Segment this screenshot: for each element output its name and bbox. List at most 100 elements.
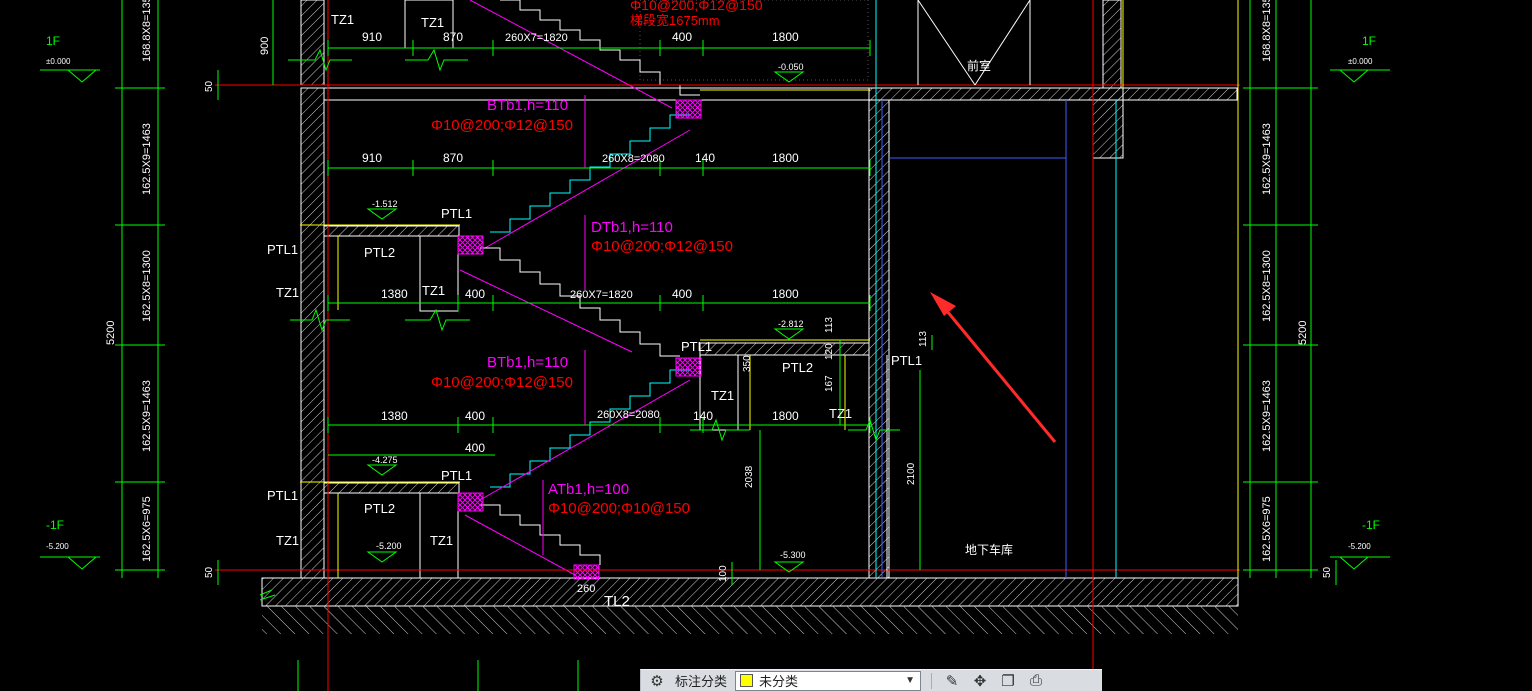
drawing-label: 870 (443, 151, 463, 165)
drawing-label: 870 (443, 30, 463, 44)
beam-ptl1-a (675, 99, 702, 119)
ground-slab (261, 577, 1239, 607)
drawing-label: 5200 (1297, 321, 1309, 345)
left-wall (300, 87, 325, 579)
drawing-label: 162.5X6=975 (141, 496, 153, 562)
drawing-label: DTb1,h=110 (591, 219, 673, 236)
beam-ptl1-d (457, 492, 484, 512)
drawing-label: PTL1 (267, 488, 298, 503)
annotation-toolbar: ⚙ 标注分类 未分类 ▼ ✎ ✥ ❐ ⎙ (640, 669, 1102, 691)
drawing-label: ATb1,h=100 (548, 481, 629, 498)
drawing-label: -5.200 (376, 541, 402, 551)
level-1f-left: 1F (46, 34, 60, 48)
drawing-label: 162.5X8=1300 (141, 250, 153, 322)
drawing-label: -0.050 (778, 62, 804, 72)
beam-ptl1-b (457, 235, 484, 255)
drawing-label: 260X8=2080 (597, 409, 660, 421)
level-b1-left: -1F (46, 518, 64, 532)
drawing-label: 5200 (105, 321, 117, 345)
drawing-label: 120 (824, 343, 835, 360)
edit-icon[interactable]: ✎ (942, 671, 962, 691)
layer-settings-icon[interactable]: ⚙ (647, 671, 667, 691)
landing-slab-2 (699, 342, 870, 356)
drawing-label: 260 (577, 583, 595, 595)
drawing-label: 1380 (381, 287, 408, 301)
drawing-label: PTL1 (441, 206, 472, 221)
drawing-label: 1800 (772, 409, 799, 423)
drawing-label: TZ1 (711, 388, 734, 403)
drawing-label: PTL1 (891, 353, 922, 368)
drawing-label: PTL1 (681, 339, 712, 354)
drawing-label: Φ10@200;Φ12@150 (431, 117, 573, 134)
left-wall-top (300, 0, 325, 86)
drawing-label: 910 (362, 151, 382, 165)
right-wall (868, 99, 890, 579)
drawing-label: 162.5X9=1463 (141, 123, 153, 195)
drawing-label: 2100 (906, 462, 917, 485)
drawing-label: PTL1 (267, 242, 298, 257)
category-dropdown[interactable]: 未分类 ▼ (735, 670, 922, 691)
drawing-label: Φ10@200;Φ12@150 (591, 238, 733, 255)
drawing-label: 400 (465, 441, 485, 455)
stair-soffit-3 (459, 269, 633, 353)
category-label: 标注分类 (675, 674, 728, 689)
drawing-label: 162.5X9=1463 (141, 380, 153, 452)
drawing-label: BTb1,h=110 (487, 97, 568, 114)
drawing-label: 地下车库 (965, 542, 1013, 557)
drawing-label: 900 (259, 37, 271, 55)
drawing-label: 168.8X8=1350 (141, 0, 153, 62)
drawing-label: TZ1 (430, 533, 453, 548)
category-value: 未分类 (759, 674, 799, 689)
drawing-label: -2.812 (778, 319, 804, 329)
drawing-label: -4.275 (372, 455, 398, 465)
drawing-label: 260X7=1820 (570, 289, 633, 301)
right-slab-1f (868, 87, 1238, 101)
drawing-label: 260X7=1820 (505, 32, 568, 44)
drawing-label: 100 (718, 565, 729, 582)
drawing-label: 162.5X9=1463 (1261, 380, 1273, 452)
drawing-label: TZ1 (421, 15, 444, 30)
level-1f-left-elev: ±0.000 (46, 57, 71, 66)
drawing-label: PTL2 (782, 360, 813, 375)
drawing-label: 910 (362, 30, 382, 44)
drawing-label: 前室 (967, 58, 991, 73)
toolbar-separator (931, 672, 933, 689)
chevron-down-icon[interactable]: ▼ (904, 671, 916, 691)
drawing-label: 400 (672, 287, 692, 301)
drawing-label: Φ10@200;Φ10@150 (548, 500, 690, 517)
level-1f-right: 1F (1362, 34, 1376, 48)
move-icon[interactable]: ✥ (970, 671, 990, 691)
drawing-label: 113 (918, 331, 929, 347)
landing-slab-3 (323, 482, 460, 494)
drawing-label: 400 (465, 409, 485, 423)
drawing-label: Φ10@200;Φ12@150 (431, 374, 573, 391)
upper-right-wall (1102, 0, 1122, 89)
structure (261, 0, 1239, 634)
drawing-label: 1380 (381, 409, 408, 423)
cad-drawing-canvas[interactable]: 1F ±0.000 1F ±0.000 -1F -5.200 -1F -5.20… (0, 0, 1532, 691)
drawing-label: 162.5X8=1300 (1261, 250, 1273, 322)
copy-icon[interactable]: ❐ (998, 671, 1018, 691)
drawing-label: 2038 (744, 465, 755, 488)
print-icon[interactable]: ⎙ (1026, 671, 1046, 691)
level-b1-left-elev: -5.200 (46, 542, 69, 551)
drawing-label: -1.512 (372, 199, 398, 209)
drawing-label: 50 (204, 566, 215, 578)
soil (262, 606, 1238, 634)
drawing-label: 162.5X6=975 (1261, 496, 1273, 562)
drawing-label: 167 (824, 375, 835, 392)
drawing-label: 168.8X8=1350 (1261, 0, 1273, 62)
drawing-label: BTb1,h=110 (487, 354, 568, 371)
drawing-label: 162.5X9=1463 (1261, 123, 1273, 195)
drawing-label: 400 (672, 30, 692, 44)
level-b1-right: -1F (1362, 518, 1380, 532)
column-tz1-mid (419, 235, 459, 312)
red-annotation-arrow (930, 292, 1057, 443)
drawing-label: 350 (742, 355, 753, 372)
drawing-label: TZ1 (276, 533, 299, 548)
drawing-label: 梯段宽1675mm (630, 13, 720, 28)
drawing-label: Φ10@200;Φ12@150 (630, 0, 763, 13)
drawing-label: TZ1 (276, 285, 299, 300)
drawing-label: -5.300 (780, 550, 806, 560)
landing-slab-1 (323, 225, 460, 237)
